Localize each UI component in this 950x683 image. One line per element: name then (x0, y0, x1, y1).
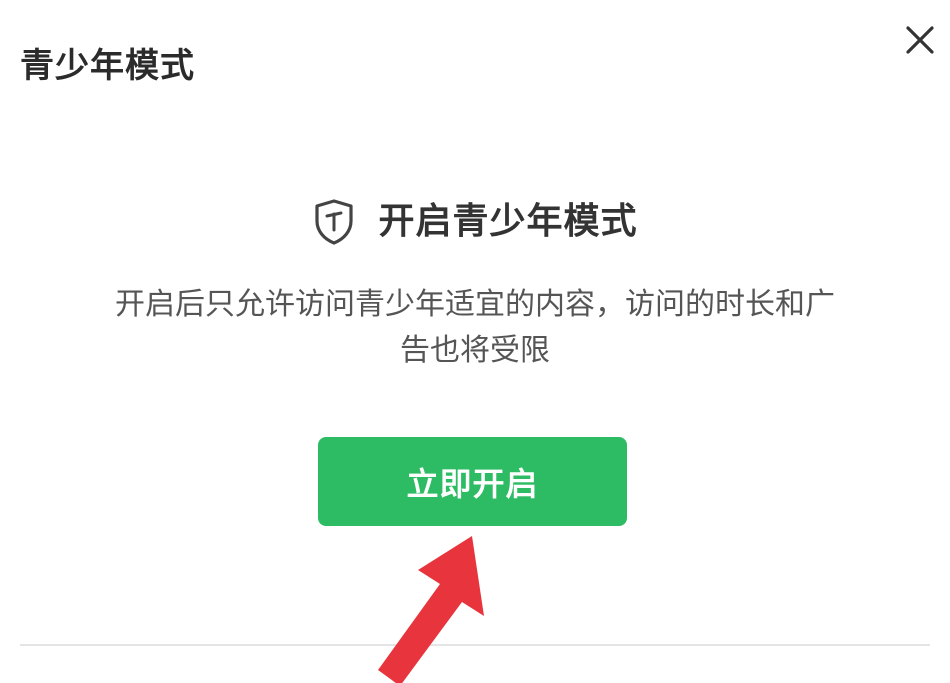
divider (20, 644, 930, 646)
heading-row: 开启青少年模式 (0, 196, 950, 248)
enable-now-button[interactable]: 立即开启 (318, 437, 627, 526)
dialog-title: 青少年模式 (20, 46, 195, 86)
close-button[interactable] (898, 18, 942, 62)
section-heading: 开启青少年模式 (378, 201, 638, 242)
description-text: 开启后只允许访问青少年适宜的内容，访问的时长和广告也将受限 (115, 287, 835, 368)
teen-mode-dialog: 青少年模式 开启青少年模式 开启后只允许访问青少年适宜的内容，访问的时长和广告也… (0, 0, 950, 683)
close-icon (906, 26, 934, 54)
shield-icon (312, 198, 356, 246)
red-arrow-icon (360, 528, 500, 683)
